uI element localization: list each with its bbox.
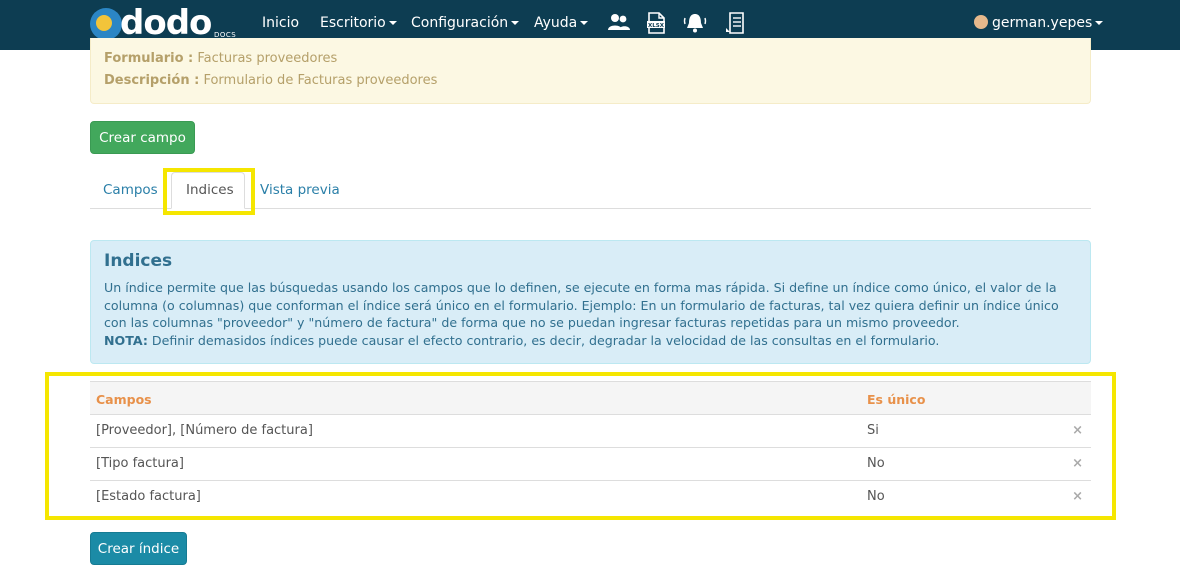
form-description-label: Descripción : xyxy=(104,73,200,88)
nav-ayuda-label: Ayuda xyxy=(534,15,578,31)
logo-text: dodo xyxy=(120,3,212,43)
crear-campo-button[interactable]: Crear campo xyxy=(90,121,195,154)
form-description-value: Formulario de Facturas proveedores xyxy=(203,73,438,88)
user-menu[interactable]: german.yepes xyxy=(974,15,1104,31)
form-name-label: Formulario : xyxy=(104,51,194,66)
form-description-line: Descripción : Formulario de Facturas pro… xyxy=(104,73,437,88)
nav-configuracion-label: Configuración xyxy=(411,15,509,31)
tab-campos[interactable]: Campos xyxy=(103,182,158,198)
bell-icon[interactable] xyxy=(682,10,708,36)
nav-escritorio[interactable]: Escritorio xyxy=(320,15,397,31)
form-name-value: Facturas proveedores xyxy=(197,51,338,66)
user-name: german.yepes xyxy=(992,15,1093,31)
nav-configuracion[interactable]: Configuración xyxy=(411,15,520,31)
nav-inicio[interactable]: Inicio xyxy=(262,15,299,31)
nav-escritorio-label: Escritorio xyxy=(320,15,386,31)
users-icon[interactable] xyxy=(606,10,632,36)
logo-mark-icon xyxy=(90,8,122,40)
nav-inicio-label: Inicio xyxy=(262,15,300,31)
tab-vista-previa[interactable]: Vista previa xyxy=(260,182,340,198)
xlsx-file-icon[interactable]: XLSX xyxy=(643,10,669,36)
info-note-label: NOTA: xyxy=(104,332,148,348)
form-info-panel: Formulario : Facturas proveedores Descri… xyxy=(90,38,1091,104)
caret-down-icon xyxy=(388,21,397,25)
info-title: Indices xyxy=(104,251,173,271)
caret-down-icon xyxy=(580,21,589,25)
info-body: Un índice permite que las búsquedas usan… xyxy=(104,280,1059,331)
document-list-icon[interactable] xyxy=(723,10,749,36)
form-name-line: Formulario : Facturas proveedores xyxy=(104,51,337,66)
caret-down-icon xyxy=(1095,21,1104,25)
nav-ayuda[interactable]: Ayuda xyxy=(534,15,589,31)
crear-indice-button[interactable]: Crear índice xyxy=(90,532,187,565)
info-note-text: Definir demasidos índices puede causar e… xyxy=(147,332,940,348)
table-highlight-box xyxy=(45,372,1116,520)
indices-info-panel: Indices Un índice permite que las búsque… xyxy=(90,240,1091,364)
info-text: Un índice permite que las búsquedas usan… xyxy=(104,279,1084,349)
user-avatar-icon xyxy=(974,15,988,29)
tab-highlight-box xyxy=(163,168,255,215)
svg-text:XLSX: XLSX xyxy=(648,23,665,29)
caret-down-icon xyxy=(511,21,520,25)
